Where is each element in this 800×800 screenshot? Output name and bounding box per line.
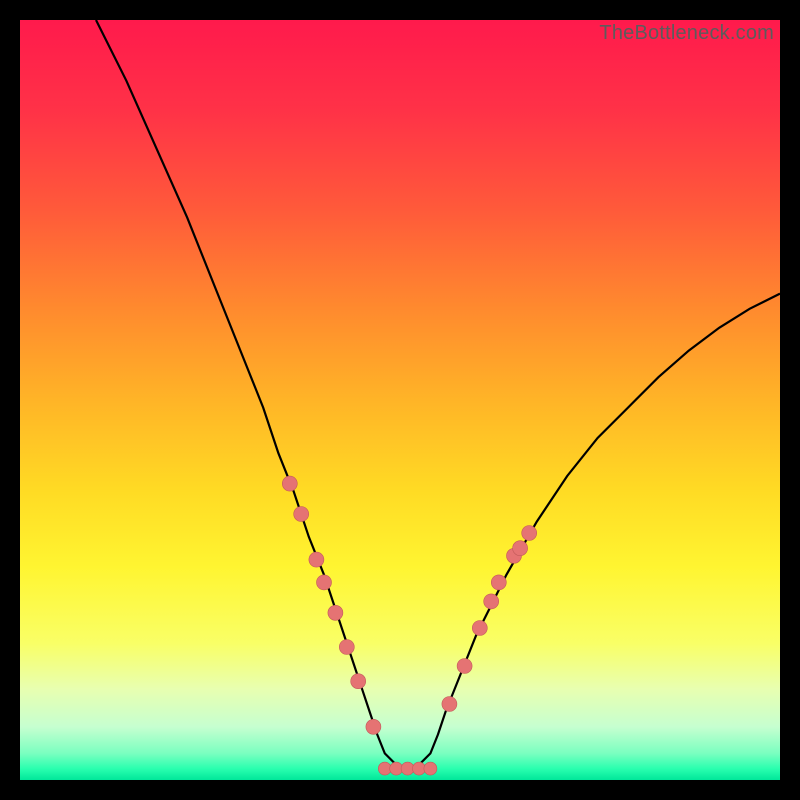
watermark-text: TheBottleneck.com: [599, 22, 774, 45]
data-marker: [522, 526, 537, 541]
data-marker: [442, 697, 457, 712]
data-marker: [282, 476, 297, 491]
data-marker: [424, 762, 437, 775]
data-marker: [390, 762, 403, 775]
data-marker: [328, 605, 343, 620]
data-marker: [366, 719, 381, 734]
data-marker: [484, 594, 499, 609]
data-marker: [317, 575, 332, 590]
data-marker: [472, 621, 487, 636]
data-marker: [339, 640, 354, 655]
data-marker: [413, 762, 426, 775]
data-marker: [378, 762, 391, 775]
data-marker: [294, 507, 309, 522]
data-marker: [513, 541, 528, 556]
data-marker: [457, 659, 472, 674]
data-marker: [491, 575, 506, 590]
data-marker: [309, 552, 324, 567]
data-marker: [351, 674, 366, 689]
gradient-background: [20, 20, 780, 780]
chart-frame: TheBottleneck.com: [20, 20, 780, 780]
chart-svg: [20, 20, 780, 780]
data-marker: [401, 762, 414, 775]
